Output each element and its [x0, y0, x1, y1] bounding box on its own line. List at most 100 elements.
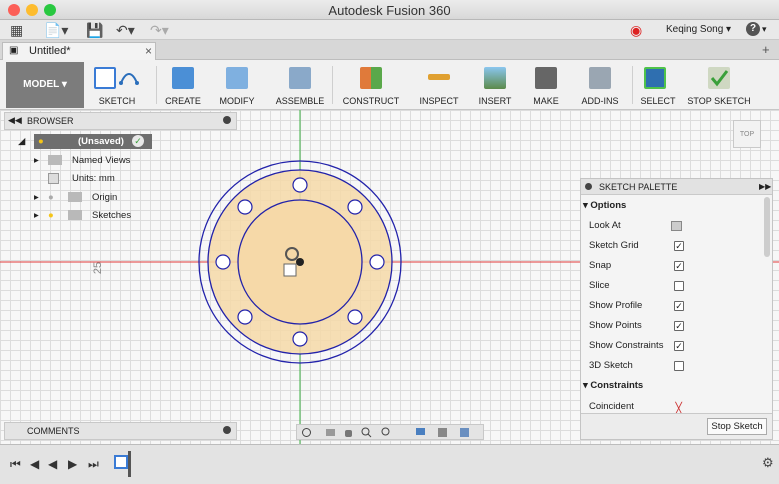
palette-scrollbar[interactable]: [764, 197, 770, 257]
active-check-icon[interactable]: ✓: [132, 135, 144, 147]
tree-label: Units: mm: [72, 173, 115, 184]
pin-icon[interactable]: [223, 116, 231, 124]
palette-row-snap[interactable]: Snap ✓: [589, 256, 764, 276]
constraints-header-label: Constraints: [590, 380, 644, 391]
help-dropdown-icon[interactable]: ▾: [762, 24, 767, 35]
orbit-icon[interactable]: [301, 427, 312, 438]
redo-icon[interactable]: ↷▾: [150, 22, 169, 38]
expand-arrow-icon[interactable]: ▸: [34, 210, 39, 221]
folder-icon: [68, 192, 82, 202]
step-back-icon[interactable]: ◀: [30, 457, 39, 471]
palette-row-show-profile[interactable]: Show Profile ✓: [589, 296, 764, 316]
close-tab-icon[interactable]: ×: [145, 44, 152, 58]
stop-sketch-button[interactable]: Stop Sketch: [707, 418, 767, 435]
undo-icon[interactable]: ↶▾: [116, 22, 135, 38]
palette-title: SKETCH PALETTE: [599, 182, 678, 192]
bolt-hole: [292, 177, 308, 193]
palette-row-show-points[interactable]: Show Points ✓: [589, 316, 764, 336]
stop-sketch-label: STOP SKETCH: [687, 96, 751, 106]
stop-sketch-tool[interactable]: STOP SKETCH: [686, 62, 752, 108]
option-label: Show Points: [589, 320, 642, 331]
options-header-label: Options: [590, 200, 627, 211]
new-tab-icon[interactable]: +: [762, 42, 770, 57]
tree-root[interactable]: ◢ ● (Unsaved) ✓: [18, 134, 152, 149]
option-label: Show Profile: [589, 300, 643, 311]
fit-icon[interactable]: [381, 427, 392, 438]
lightbulb-icon[interactable]: ●: [48, 208, 54, 223]
document-tab[interactable]: ▣ Untitled* ×: [2, 42, 156, 60]
user-menu[interactable]: Keqing Song ▾: [666, 24, 731, 35]
palette-pin-icon[interactable]: [585, 183, 592, 190]
tree-item-origin[interactable]: ▸ ● Origin: [34, 190, 117, 205]
expand-arrow-icon[interactable]: ▸: [34, 192, 39, 203]
palette-row-3d-sketch[interactable]: 3D Sketch: [589, 356, 764, 376]
snap-checkbox[interactable]: ✓: [674, 261, 684, 271]
look-at-nav-icon[interactable]: [325, 427, 336, 438]
look-at-icon[interactable]: [671, 221, 682, 231]
data-panel-grid-icon[interactable]: ▦: [10, 22, 23, 38]
box-icon: [172, 67, 194, 89]
show-points-checkbox[interactable]: ✓: [674, 321, 684, 331]
dimension-label[interactable]: 25: [92, 262, 104, 274]
show-constraints-checkbox[interactable]: ✓: [674, 341, 684, 351]
zoom-icon[interactable]: [361, 427, 372, 438]
sketch-menu[interactable]: SKETCH: [90, 62, 144, 108]
assemble-menu[interactable]: ASSEMBLE: [272, 62, 328, 108]
bolt-hole: [347, 199, 363, 215]
go-to-start-icon[interactable]: ⏮: [10, 457, 21, 472]
slice-checkbox[interactable]: [674, 281, 684, 291]
sketch-grid-checkbox[interactable]: ✓: [674, 241, 684, 251]
timeline-marker[interactable]: [128, 451, 131, 477]
lightbulb-icon[interactable]: ●: [48, 190, 54, 205]
file-menu-icon[interactable]: 📄▾: [44, 22, 68, 38]
save-icon[interactable]: 💾: [86, 22, 103, 38]
palette-row-show-constraints[interactable]: Show Constraints ✓: [589, 336, 764, 356]
palette-row-look-at[interactable]: Look At: [589, 216, 764, 236]
expand-arrow-icon[interactable]: ▸: [34, 155, 39, 166]
add-ins-menu[interactable]: ADD-INS: [574, 62, 626, 108]
timeline-settings-gear-icon[interactable]: ⚙: [762, 455, 774, 471]
workspace-label: MODEL: [23, 79, 60, 90]
insert-label: INSERT: [478, 96, 512, 106]
bolt-hole: [237, 309, 253, 325]
inspect-menu[interactable]: INSPECT: [416, 62, 462, 108]
select-menu[interactable]: SELECT: [636, 62, 680, 108]
palette-collapse-icon[interactable]: ▶▶: [759, 182, 771, 191]
collapse-browser-icon[interactable]: ◀◀: [8, 115, 22, 126]
construct-menu[interactable]: CONSTRUCT: [340, 62, 402, 108]
palette-row-sketch-grid[interactable]: Sketch Grid ✓: [589, 236, 764, 256]
center-point: [296, 258, 304, 266]
record-icon[interactable]: ◉: [630, 22, 642, 38]
insert-menu[interactable]: INSERT: [472, 62, 518, 108]
options-section-header[interactable]: ▾ Options: [583, 196, 764, 216]
viewcube[interactable]: TOP: [733, 120, 761, 148]
document-settings-icon: [48, 173, 59, 184]
help-icon[interactable]: ?: [746, 22, 760, 36]
title-bar: Autodesk Fusion 360: [0, 0, 779, 20]
grid-settings-icon[interactable]: [459, 427, 470, 438]
comments-title: COMMENTS: [27, 426, 80, 436]
expand-arrow-icon[interactable]: ◢: [18, 136, 25, 147]
stop-sketch-icon: [708, 67, 730, 89]
lightbulb-icon[interactable]: ●: [38, 134, 44, 149]
display-settings-icon[interactable]: [415, 427, 426, 438]
pan-hand-icon[interactable]: [343, 427, 354, 438]
visual-style-icon[interactable]: [437, 427, 448, 438]
constraints-section-header[interactable]: ▾ Constraints: [583, 376, 764, 396]
play-icon[interactable]: ▶: [68, 457, 77, 471]
palette-header: SKETCH PALETTE ▶▶: [581, 179, 772, 195]
make-menu[interactable]: MAKE: [526, 62, 566, 108]
sketch-palette: SKETCH PALETTE ▶▶ ▾ Options Look At Sket…: [580, 178, 773, 440]
3d-sketch-checkbox[interactable]: [674, 361, 684, 371]
workspace-switcher[interactable]: MODEL ▾: [6, 62, 84, 108]
create-menu[interactable]: CREATE: [160, 62, 206, 108]
comments-pin-icon[interactable]: [223, 426, 231, 434]
show-profile-checkbox[interactable]: ✓: [674, 301, 684, 311]
go-to-end-icon[interactable]: ⏭: [88, 457, 99, 472]
tree-item-named-views[interactable]: ▸ Named Views: [34, 153, 130, 168]
palette-row-slice[interactable]: Slice: [589, 276, 764, 296]
sketch-feature-icon[interactable]: [114, 455, 128, 469]
play-back-icon[interactable]: ◀: [48, 457, 57, 471]
tree-item-sketches[interactable]: ▸ ● Sketches: [34, 208, 131, 223]
modify-menu[interactable]: MODIFY: [214, 62, 260, 108]
